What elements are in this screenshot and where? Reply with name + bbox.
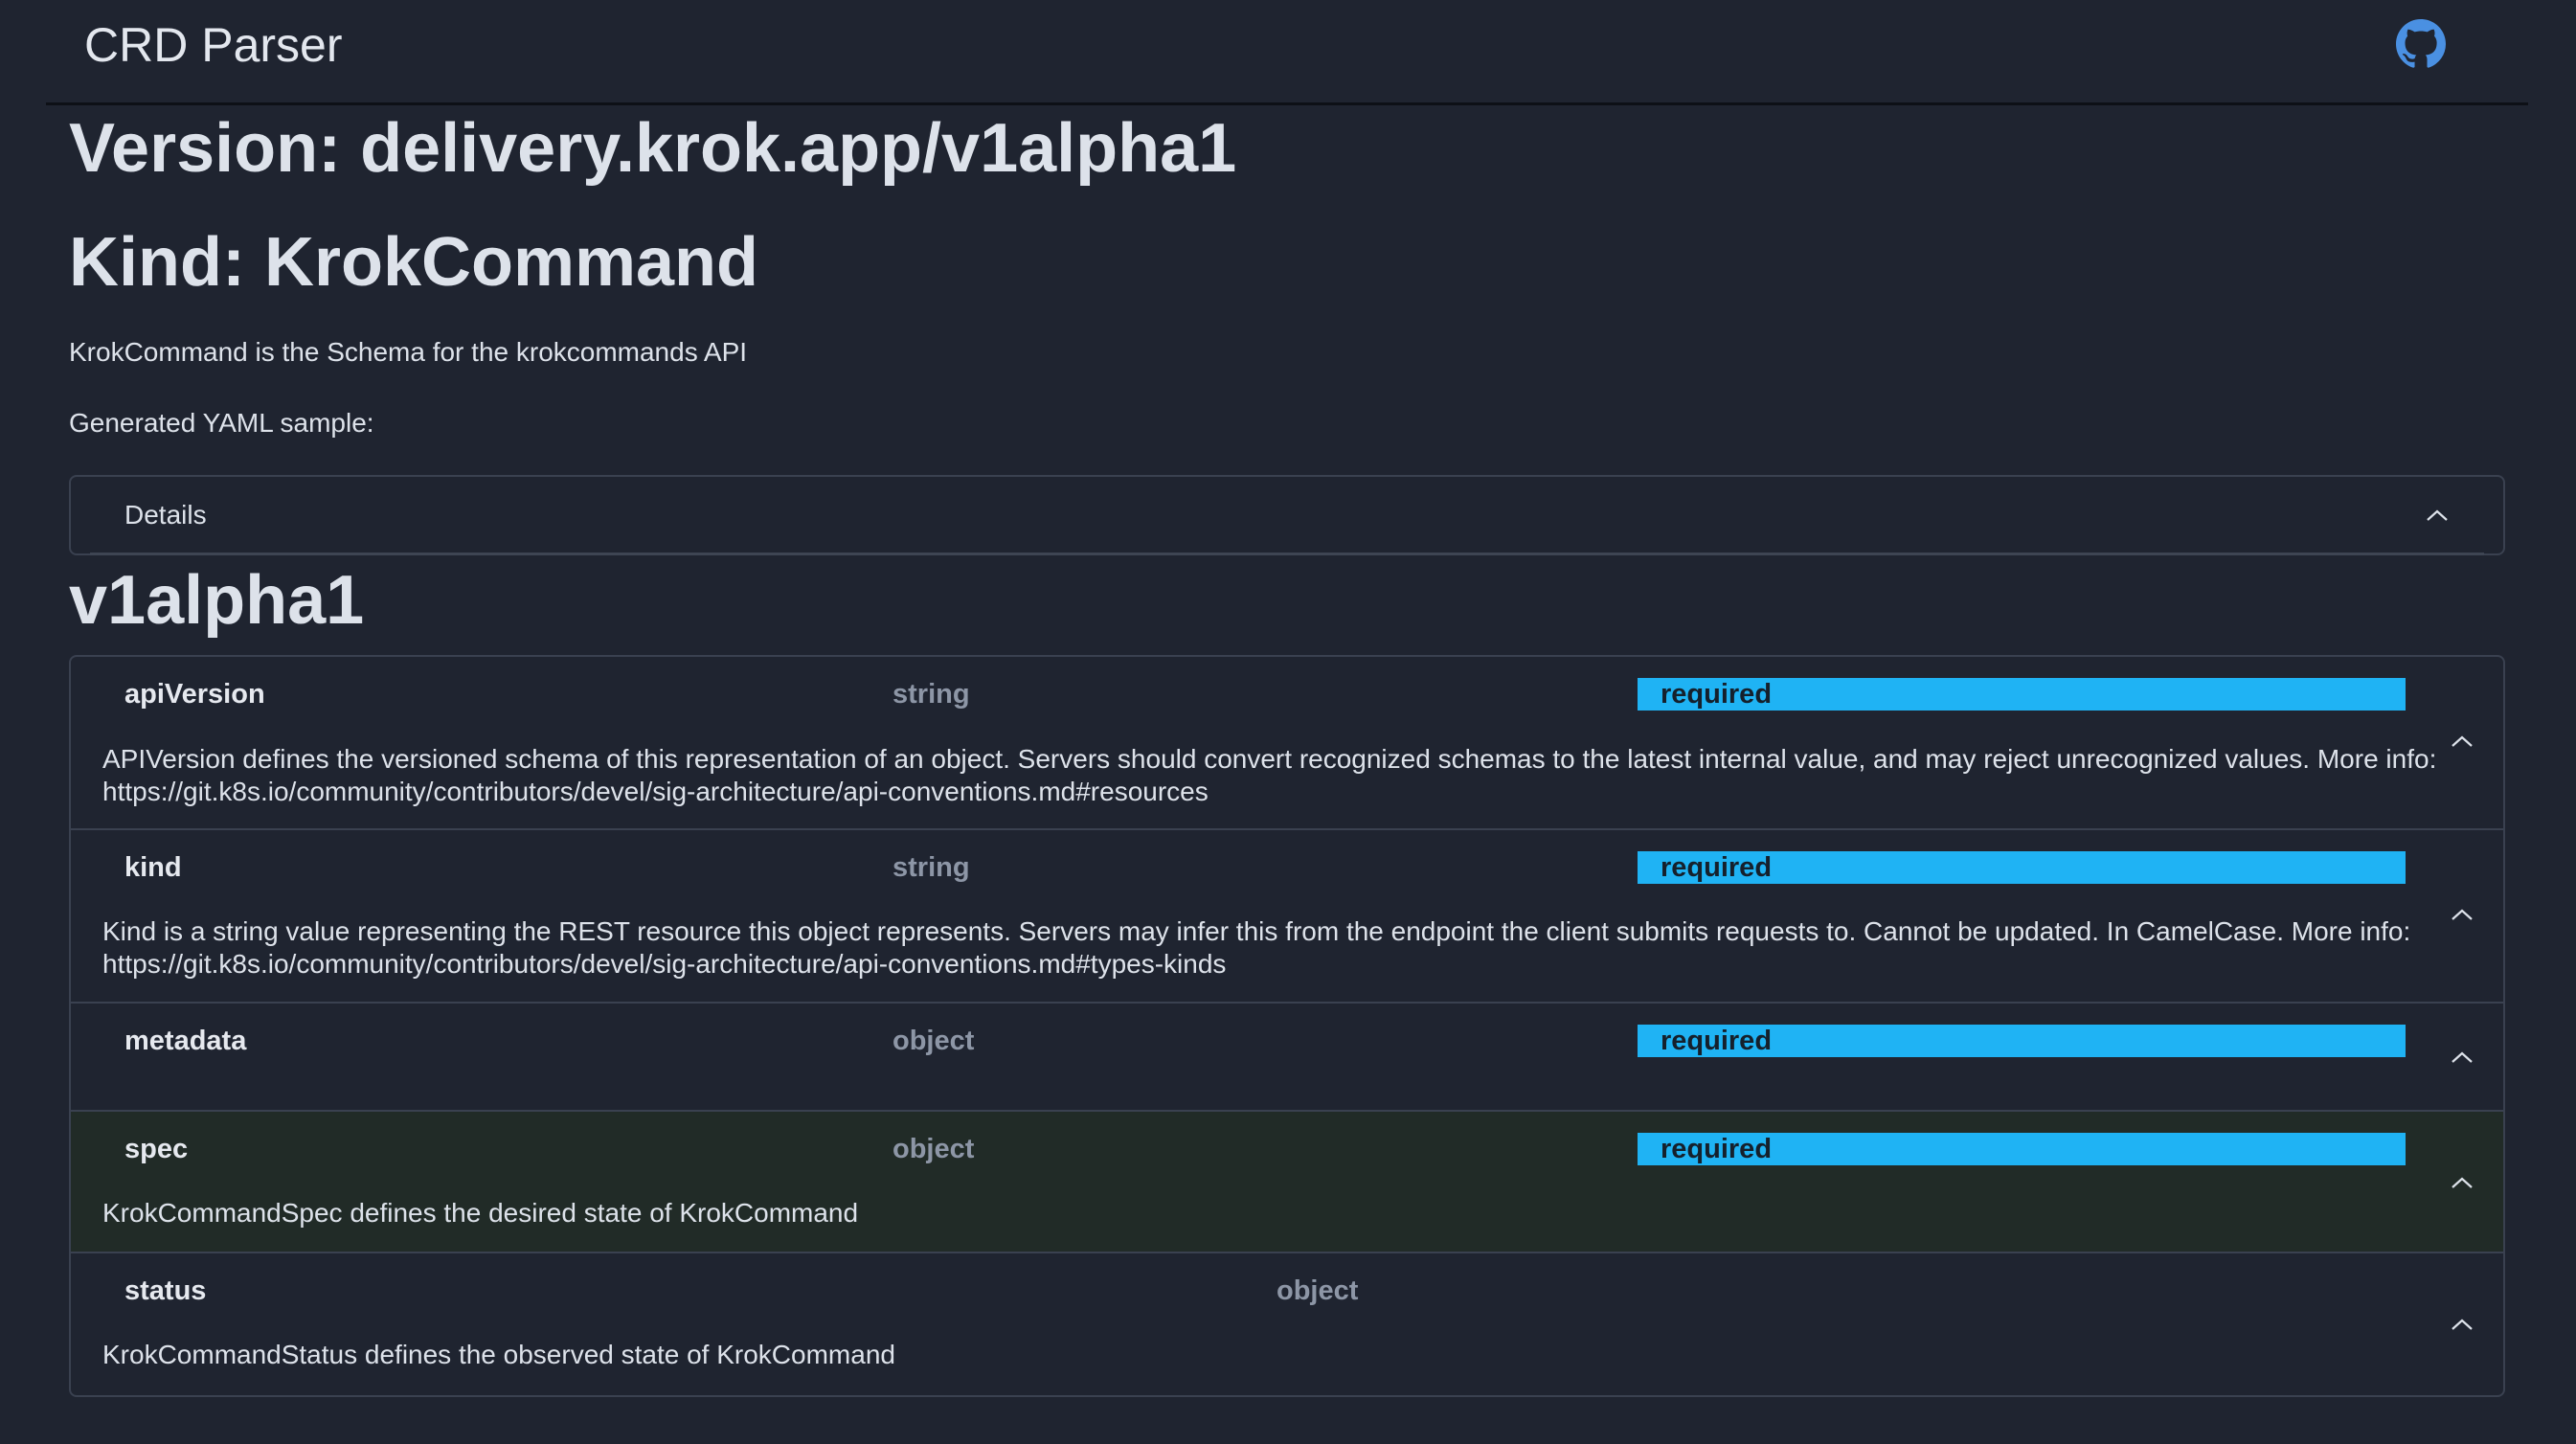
github-icon[interactable]: [2396, 19, 2446, 69]
chevron-up-icon[interactable]: [2450, 733, 2474, 749]
field-type: object: [893, 1134, 975, 1164]
kind-heading: Kind: KrokCommand: [69, 224, 758, 301]
chevron-up-icon[interactable]: [2450, 1049, 2474, 1065]
field-type: string: [893, 852, 970, 883]
field-description: APIVersion defines the versioned schema …: [102, 744, 2437, 806]
schema-version-heading: v1alpha1: [69, 562, 365, 639]
yaml-sample-label: Generated YAML sample:: [69, 408, 374, 438]
field-type: object: [893, 1026, 975, 1056]
brand-title[interactable]: CRD Parser: [84, 16, 342, 74]
details-divider: [90, 553, 2484, 555]
field-type: string: [893, 679, 970, 710]
chevron-up-icon[interactable]: [2450, 907, 2474, 922]
field-row-metadata[interactable]: metadata object required: [71, 1004, 2503, 1112]
chevron-up-icon[interactable]: [2450, 1317, 2474, 1332]
navbar: CRD Parser: [46, 0, 2528, 105]
required-badge: required: [1638, 1133, 2406, 1165]
field-name: kind: [124, 852, 182, 883]
fields-accordion: apiVersion string required APIVersion de…: [69, 655, 2505, 1397]
field-row-status[interactable]: status object KrokCommandStatus defines …: [71, 1253, 2503, 1395]
field-description: KrokCommandStatus defines the observed s…: [102, 1340, 895, 1369]
chevron-up-icon[interactable]: [2425, 508, 2450, 523]
field-row-kind[interactable]: kind string required Kind is a string va…: [71, 830, 2503, 1004]
version-heading: Version: delivery.krok.app/v1alpha1: [69, 110, 1237, 187]
required-badge: required: [1638, 1025, 2406, 1057]
field-description: Kind is a string value representing the …: [102, 916, 2411, 979]
details-label: Details: [124, 500, 207, 530]
field-name: status: [124, 1275, 207, 1306]
field-row-apiversion[interactable]: apiVersion string required APIVersion de…: [71, 657, 2503, 830]
field-row-spec[interactable]: spec object required KrokCommandSpec def…: [71, 1112, 2503, 1253]
chevron-up-icon[interactable]: [2450, 1175, 2474, 1190]
field-name: spec: [124, 1134, 189, 1164]
required-badge: required: [1638, 851, 2406, 884]
kind-description: KrokCommand is the Schema for the krokco…: [69, 337, 748, 367]
required-badge: required: [1638, 678, 2406, 711]
field-name: metadata: [124, 1026, 247, 1056]
field-type: object: [1277, 1275, 1359, 1306]
field-name: apiVersion: [124, 679, 265, 710]
field-description: KrokCommandSpec defines the desired stat…: [102, 1198, 859, 1228]
details-accordion[interactable]: Details: [69, 475, 2505, 555]
